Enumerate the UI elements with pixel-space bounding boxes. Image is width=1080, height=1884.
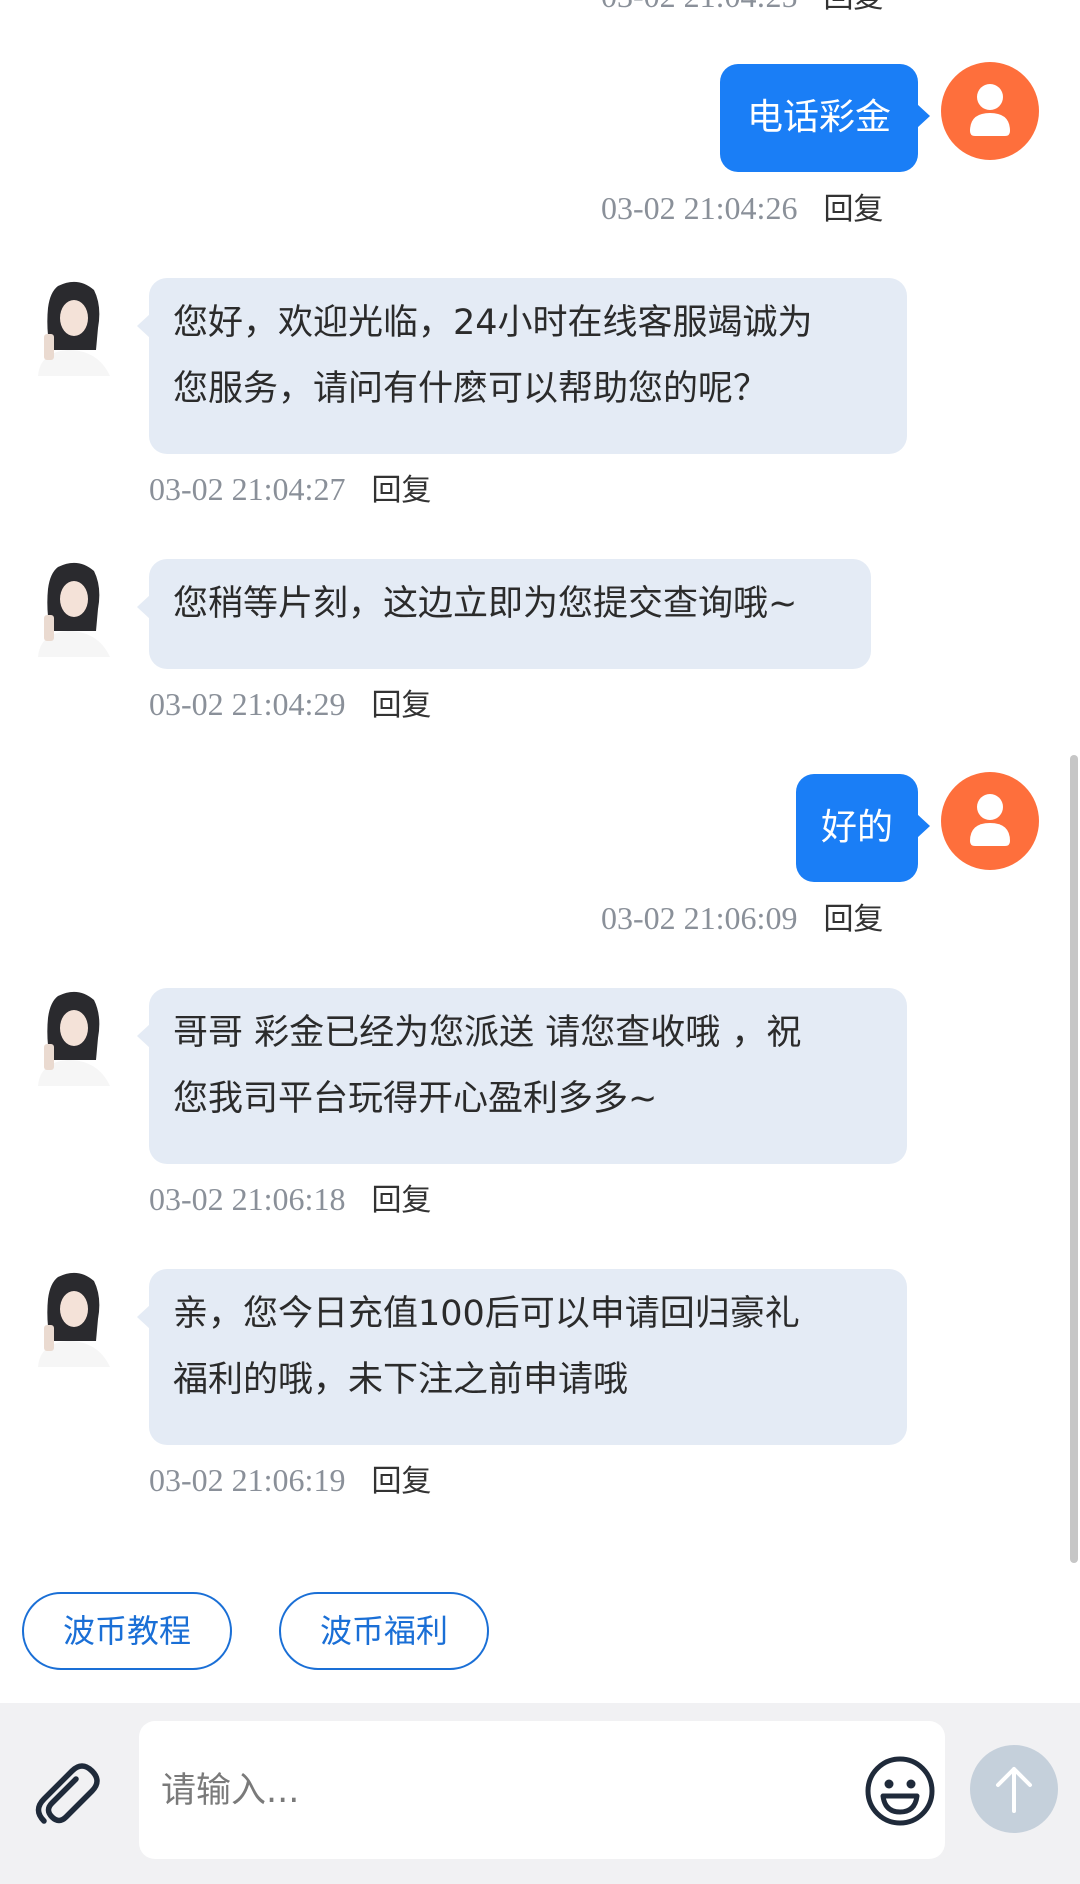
agent-message-bubble: 您稍等片刻，这边立即为您提交查询哦~ (137, 559, 871, 669)
message-time: 03-02 21:04:26 (601, 190, 798, 226)
user-message-bubble: 电话彩金 (720, 64, 930, 172)
message-row-agent: 您好，欢迎光临，24小时在线客服竭诚为 您服务，请问有什麽可以帮助您的呢？ 03… (0, 278, 1080, 508)
quick-reply-chip[interactable]: 波币福利 (279, 1592, 489, 1670)
quick-reply-chip[interactable]: 波币教程 (22, 1592, 232, 1670)
send-button[interactable] (970, 1745, 1058, 1833)
message-meta: 03-02 21:06:18 回复 (149, 1179, 431, 1219)
message-line: 您稍等片刻，这边立即为您提交查询哦~ (173, 584, 798, 624)
message-time: 03-02 21:04:27 (149, 471, 346, 507)
message-meta: 03-02 21:06:19 回复 (149, 1460, 431, 1500)
message-row-user: 好的 03-02 21:06:09 回复 (0, 772, 1080, 952)
input-bar (0, 1703, 1080, 1884)
user-avatar (941, 62, 1039, 160)
arrow-up-icon (996, 1767, 1032, 1813)
scrollbar[interactable] (1068, 0, 1080, 1563)
emoji-button[interactable] (863, 1754, 937, 1828)
user-avatar (941, 772, 1039, 870)
scrollbar-thumb[interactable] (1070, 755, 1078, 1563)
reply-button[interactable]: 回复 (371, 688, 431, 723)
message-time: 03-02 21:06:18 (149, 1181, 346, 1217)
prev-message-meta: 03-02 21:04:25回复 (601, 0, 883, 16)
message-line: 您好，欢迎光临，24小时在线客服竭诚为 (173, 303, 813, 343)
agent-message-bubble: 亲，您今日充值100后可以申请回归豪礼 福利的哦，未下注之前申请哦 (137, 1269, 907, 1445)
chat-screen: 03-02 21:04:25回复 电话彩金 03-02 21:04:26 回复 (0, 0, 1080, 1884)
message-line: 您我司平台玩得开心盈利多多~ (173, 1079, 658, 1119)
paperclip-icon (35, 1763, 100, 1824)
agent-avatar (28, 988, 122, 1086)
message-input[interactable] (159, 1755, 763, 1827)
message-row-user: 电话彩金 03-02 21:04:26 回复 (0, 62, 1080, 242)
agent-message-bubble: 哥哥 彩金已经为您派送 请您查收哦 ，祝 您我司平台玩得开心盈利多多~ (137, 988, 907, 1164)
message-time: 03-02 21:06:19 (149, 1462, 346, 1498)
message-line: 哥哥 彩金已经为您派送 请您查收哦 ，祝 (173, 1013, 802, 1053)
message-list[interactable]: 03-02 21:04:25回复 电话彩金 03-02 21:04:26 回复 (0, 0, 1080, 1563)
message-meta: 03-02 21:06:09 回复 (601, 898, 883, 938)
message-line: 亲，您今日充值100后可以申请回归豪礼 (173, 1294, 800, 1334)
message-meta: 03-02 21:04:26 回复 (601, 188, 883, 228)
agent-avatar (28, 1269, 122, 1367)
reply-button[interactable]: 回复 (823, 192, 883, 227)
message-line: 您服务，请问有什麽可以帮助您的呢？ (173, 369, 769, 409)
user-message-bubble: 好的 (796, 774, 930, 882)
attach-button[interactable] (30, 1757, 104, 1831)
agent-avatar (28, 278, 122, 376)
message-row-agent: 哥哥 彩金已经为您派送 请您查收哦 ，祝 您我司平台玩得开心盈利多多~ 03-0… (0, 988, 1080, 1218)
smile-icon (865, 1756, 935, 1826)
message-time: 03-02 21:04:29 (149, 686, 346, 722)
agent-photo (28, 988, 122, 1086)
agent-message-bubble: 您好，欢迎光临，24小时在线客服竭诚为 您服务，请问有什麽可以帮助您的呢？ (137, 278, 907, 454)
reply-button[interactable]: 回复 (371, 1183, 431, 1218)
agent-avatar (28, 559, 122, 657)
reply-button[interactable]: 回复 (371, 473, 431, 508)
agent-photo (28, 278, 122, 376)
user-icon (970, 794, 1010, 846)
message-time: 03-02 21:06:09 (601, 900, 798, 936)
reply-button[interactable]: 回复 (823, 902, 883, 937)
reply-button[interactable]: 回复 (371, 1464, 431, 1499)
agent-photo (28, 1269, 122, 1367)
message-meta: 03-02 21:04:27 回复 (149, 469, 431, 509)
message-meta: 03-02 21:04:29 回复 (149, 684, 431, 724)
message-input-box[interactable] (139, 1721, 945, 1859)
agent-photo (28, 559, 122, 657)
message-row-agent: 您稍等片刻，这边立即为您提交查询哦~ 03-02 21:04:29 回复 (0, 559, 1080, 729)
user-icon (970, 84, 1010, 136)
quick-replies: 波币教程 波币福利 (0, 1563, 1080, 1703)
message-line: 福利的哦，未下注之前申请哦 (173, 1360, 629, 1400)
message-row-agent: 亲，您今日充值100后可以申请回归豪礼 福利的哦，未下注之前申请哦 03-02 … (0, 1269, 1080, 1499)
